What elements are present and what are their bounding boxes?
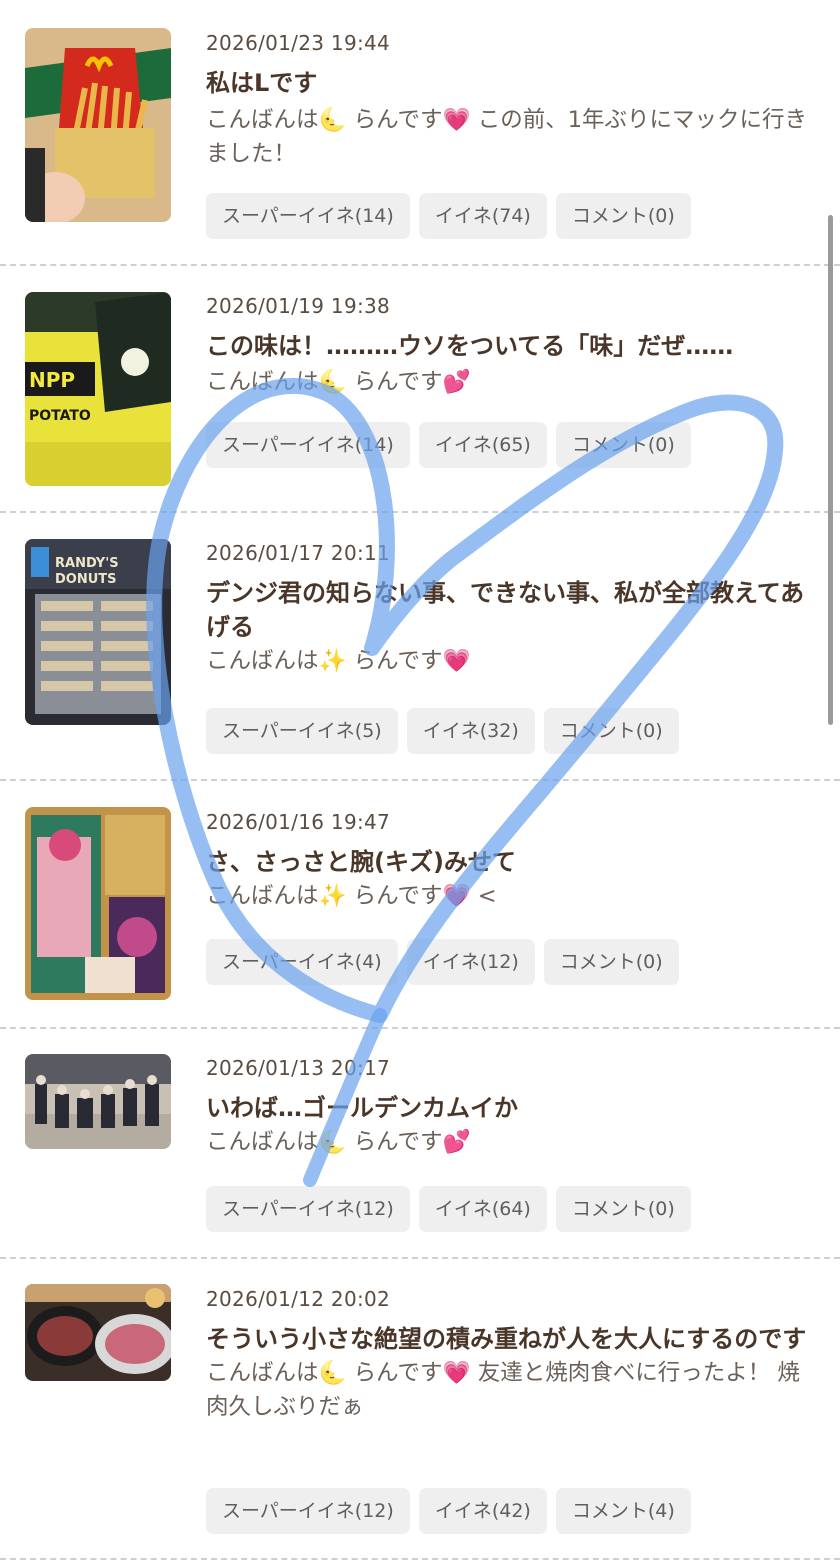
post-item[interactable]: NPP POTATO 2026/01/19 19:38 この味は！………ウソをつ… xyxy=(0,266,840,511)
post-excerpt: こんばんは✨ らんです💗 xyxy=(206,648,471,674)
comment-button[interactable]: コメント(0) xyxy=(543,708,679,754)
scrollbar[interactable] xyxy=(828,215,833,725)
super-like-button[interactable]: スーパーイイネ(12) xyxy=(206,1488,410,1534)
post-date: 2026/01/23 19:44 xyxy=(206,31,391,55)
post-title[interactable]: デンジ君の知らない事、できない事、私が全部教えてあげる xyxy=(206,576,810,644)
post-title[interactable]: さ、さっさと腕(キズ)みせて xyxy=(206,845,810,879)
post-body: 2026/01/23 19:44 私はLです こんばんは🌜 らんです💗 この前、… xyxy=(206,30,810,239)
comment-button[interactable]: コメント(0) xyxy=(555,193,691,239)
post-item[interactable]: 2026/01/23 19:44 私はLです こんばんは🌜 らんです💗 この前、… xyxy=(0,0,840,265)
reaction-buttons: スーパーイイネ(14) イイネ(65) コメント(0) xyxy=(206,422,691,468)
svg-text:DONUTS: DONUTS xyxy=(55,572,117,587)
post-body: 2026/01/16 19:47 さ、さっさと腕(キズ)みせて こんばんは✨ ら… xyxy=(206,809,810,985)
comment-button[interactable]: コメント(0) xyxy=(543,939,679,985)
svg-text:NPP: NPP xyxy=(29,368,75,392)
post-date: 2026/01/17 20:11 xyxy=(206,541,391,565)
post-title[interactable]: 私はLです xyxy=(206,66,810,100)
super-like-button[interactable]: スーパーイイネ(12) xyxy=(206,1186,410,1232)
post-title[interactable]: そういう小さな絶望の積み重ねが人を大人にするのです xyxy=(206,1322,810,1356)
post-date: 2026/01/12 20:02 xyxy=(206,1287,391,1311)
svg-text:RANDY'S: RANDY'S xyxy=(55,556,119,571)
post-item[interactable]: 2026/01/12 20:02 そういう小さな絶望の積み重ねが人を大人にするの… xyxy=(0,1259,840,1559)
post-body: 2026/01/12 20:02 そういう小さな絶望の積み重ねが人を大人にするの… xyxy=(206,1286,810,1534)
reaction-buttons: スーパーイイネ(12) イイネ(64) コメント(0) xyxy=(206,1186,691,1232)
reaction-buttons: スーパーイイネ(5) イイネ(32) コメント(0) xyxy=(206,708,679,754)
post-date: 2026/01/19 19:38 xyxy=(206,294,391,318)
post-excerpt: こんばんは🌜 らんです💗 友達と焼肉食べに行ったよ！ 焼肉久しぶりだぁ xyxy=(206,1360,800,1420)
post-item[interactable]: 2026/01/16 19:47 さ、さっさと腕(キズ)みせて こんばんは✨ ら… xyxy=(0,781,840,1027)
super-like-button[interactable]: スーパーイイネ(5) xyxy=(206,708,398,754)
like-button[interactable]: イイネ(64) xyxy=(418,1186,547,1232)
like-button[interactable]: イイネ(12) xyxy=(406,939,535,985)
comment-button[interactable]: コメント(0) xyxy=(555,422,691,468)
post-item[interactable]: RANDY'S DONUTS 2026/01/17 20:11 デンジ君の知らな… xyxy=(0,513,840,779)
post-thumbnail[interactable]: RANDY'S DONUTS xyxy=(25,539,171,725)
like-button[interactable]: イイネ(42) xyxy=(418,1488,547,1534)
post-excerpt: こんばんは🌜 らんです💕 xyxy=(206,1129,471,1155)
post-excerpt: こんばんは🌜 らんです💗 この前、1年ぶりにマックに行きました！ xyxy=(206,107,808,167)
post-date: 2026/01/13 20:17 xyxy=(206,1056,391,1080)
post-divider xyxy=(0,1558,840,1560)
svg-text:POTATO: POTATO xyxy=(29,408,91,424)
comment-button[interactable]: コメント(4) xyxy=(555,1488,691,1534)
post-date: 2026/01/16 19:47 xyxy=(206,810,391,834)
like-button[interactable]: イイネ(74) xyxy=(418,193,547,239)
post-thumbnail[interactable] xyxy=(25,28,171,222)
post-thumbnail[interactable] xyxy=(25,807,171,1000)
post-title[interactable]: いわば…ゴールデンカムイか xyxy=(206,1091,810,1125)
post-body: 2026/01/13 20:17 いわば…ゴールデンカムイか こんばんは🌜 らん… xyxy=(206,1055,810,1232)
comment-button[interactable]: コメント(0) xyxy=(555,1186,691,1232)
super-like-button[interactable]: スーパーイイネ(4) xyxy=(206,939,398,985)
post-excerpt: こんばんは🌜 らんです💕 xyxy=(206,369,471,395)
post-body: 2026/01/17 20:11 デンジ君の知らない事、できない事、私が全部教え… xyxy=(206,540,810,754)
like-button[interactable]: イイネ(32) xyxy=(406,708,535,754)
super-like-button[interactable]: スーパーイイネ(14) xyxy=(206,193,410,239)
reaction-buttons: スーパーイイネ(14) イイネ(74) コメント(0) xyxy=(206,193,691,239)
reaction-buttons: スーパーイイネ(4) イイネ(12) コメント(0) xyxy=(206,939,679,985)
post-title[interactable]: この味は！………ウソをついてる「味」だぜ…… xyxy=(206,329,810,363)
post-excerpt: こんばんは✨ らんです💗 < xyxy=(206,883,497,909)
like-button[interactable]: イイネ(65) xyxy=(418,422,547,468)
super-like-button[interactable]: スーパーイイネ(14) xyxy=(206,422,410,468)
post-thumbnail[interactable] xyxy=(25,1054,171,1149)
post-body: 2026/01/19 19:38 この味は！………ウソをついてる「味」だぜ…… … xyxy=(206,293,810,468)
post-thumbnail[interactable] xyxy=(25,1284,171,1381)
reaction-buttons: スーパーイイネ(12) イイネ(42) コメント(4) xyxy=(206,1488,691,1534)
post-item[interactable]: 2026/01/13 20:17 いわば…ゴールデンカムイか こんばんは🌜 らん… xyxy=(0,1029,840,1257)
post-thumbnail[interactable]: NPP POTATO xyxy=(25,292,171,486)
